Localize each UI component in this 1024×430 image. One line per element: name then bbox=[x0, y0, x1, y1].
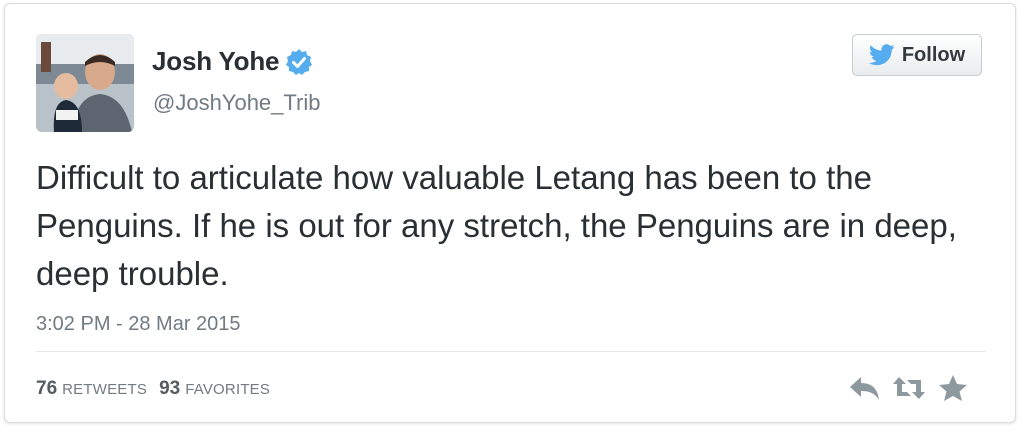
follow-button[interactable]: Follow bbox=[852, 34, 982, 76]
retweets-count[interactable]: 76 bbox=[36, 378, 57, 400]
tweet-timestamp[interactable]: 3:02 PM - 28 Mar 2015 bbox=[36, 313, 241, 336]
follow-label: Follow bbox=[901, 43, 966, 66]
name-row: Josh Yohe bbox=[152, 46, 313, 77]
tweet-card: Josh Yohe @JoshYohe_Trib Follow Difficul… bbox=[4, 3, 1016, 423]
tweet-actions bbox=[839, 373, 971, 403]
star-icon[interactable] bbox=[935, 373, 971, 403]
twitter-bird-icon bbox=[868, 44, 895, 66]
user-handle[interactable]: @JoshYohe_Trib bbox=[153, 90, 320, 116]
retweets-label[interactable]: RETWEETS bbox=[62, 381, 147, 398]
avatar[interactable] bbox=[36, 34, 134, 132]
tweet-stats: 76 RETWEETS 93 FAVORITES bbox=[36, 378, 282, 400]
tweet-text: Difficult to articulate how valuable Let… bbox=[36, 159, 957, 292]
favorites-count[interactable]: 93 bbox=[159, 378, 180, 400]
retweet-icon[interactable] bbox=[891, 373, 927, 403]
display-name[interactable]: Josh Yohe bbox=[152, 46, 279, 77]
avatar-photo bbox=[36, 34, 134, 132]
divider bbox=[36, 351, 986, 352]
favorites-label[interactable]: FAVORITES bbox=[185, 381, 270, 398]
reply-icon[interactable] bbox=[847, 373, 883, 403]
verified-badge-icon bbox=[285, 48, 313, 76]
